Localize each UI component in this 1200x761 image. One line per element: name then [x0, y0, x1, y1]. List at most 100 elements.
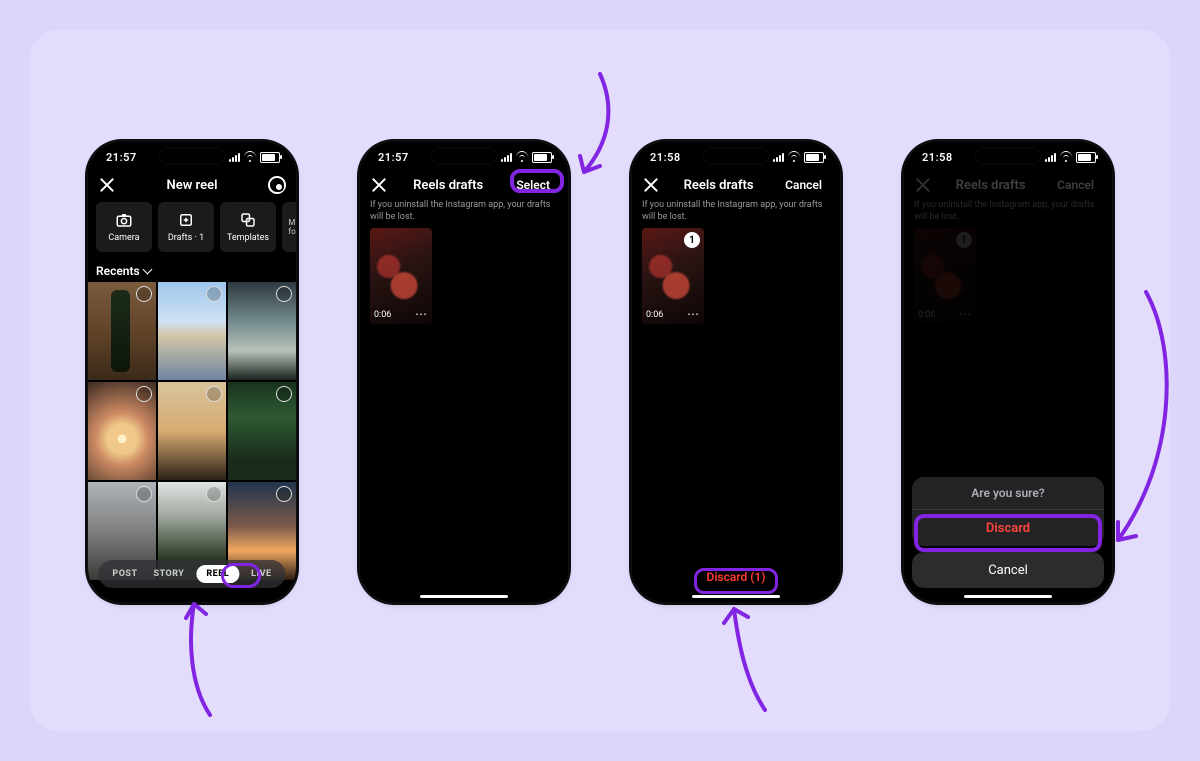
- signal-icon: [229, 152, 240, 162]
- wifi-icon: [244, 153, 256, 162]
- select-circle[interactable]: [136, 386, 152, 402]
- camera-label: Camera: [108, 233, 139, 243]
- screen: 21:57 Reels drafts Select If you uninsta…: [360, 142, 568, 602]
- phone-confirm-sheet: 21:58 Reels drafts Cancel If you uninsta…: [904, 142, 1112, 602]
- media-item[interactable]: [228, 382, 296, 480]
- draft-duration: 0:06: [646, 310, 663, 320]
- annotation-arrow: [710, 605, 790, 715]
- status-time: 21:57: [106, 151, 137, 164]
- status-icons: [773, 152, 824, 163]
- select-circle[interactable]: [276, 486, 292, 502]
- more-icon[interactable]: ⋯: [415, 308, 428, 320]
- mode-post[interactable]: POST: [108, 567, 141, 581]
- draft-thumbnail[interactable]: 0:06 ⋯: [370, 228, 432, 324]
- home-indicator: [692, 595, 780, 598]
- phone-new-reel: 21:57 New reel Camera Draf: [88, 142, 296, 602]
- screen: 21:58 Reels drafts Cancel If you uninsta…: [632, 142, 840, 602]
- home-indicator: [420, 595, 508, 598]
- battery-icon: [260, 152, 280, 163]
- mode-pill: POST STORY REEL LIVE: [98, 560, 285, 588]
- discard-button[interactable]: Discard (1): [697, 564, 776, 590]
- mode-live[interactable]: LIVE: [247, 567, 275, 581]
- notch: [160, 148, 224, 164]
- battery-icon: [1076, 152, 1096, 163]
- phone-drafts-select: 21:57 Reels drafts Select If you uninsta…: [360, 142, 568, 602]
- select-circle[interactable]: [206, 486, 222, 502]
- media-item[interactable]: [158, 282, 226, 380]
- nav-bar: New reel: [88, 170, 296, 200]
- signal-icon: [1045, 152, 1056, 162]
- templates-label: Templates: [227, 233, 269, 243]
- status-time: 21:58: [650, 151, 681, 164]
- templates-icon: [239, 211, 257, 229]
- select-circle[interactable]: [136, 286, 152, 302]
- recents-dropdown[interactable]: Recents: [96, 264, 153, 278]
- screen: 21:58 Reels drafts Cancel If you uninsta…: [904, 142, 1112, 602]
- page-title: New reel: [116, 178, 268, 193]
- page-title: Reels drafts: [388, 178, 508, 193]
- action-sheet: Are you sure? Discard Cancel: [912, 477, 1104, 594]
- home-indicator: [964, 595, 1052, 598]
- battery-icon: [804, 152, 824, 163]
- phone-drafts-discard: 21:58 Reels drafts Cancel If you uninsta…: [632, 142, 840, 602]
- select-button[interactable]: Select: [508, 175, 558, 195]
- tool-row: Camera Drafts · 1 Templates M fo: [96, 202, 296, 258]
- notch: [704, 148, 768, 164]
- nav-bar: Reels drafts Select: [360, 170, 568, 200]
- sheet-card: Are you sure? Discard: [912, 477, 1104, 546]
- close-icon[interactable]: [370, 176, 388, 194]
- status-icons: [1045, 152, 1096, 163]
- drafts-icon: [177, 211, 195, 229]
- battery-icon: [532, 152, 552, 163]
- notch: [432, 148, 496, 164]
- selection-badge: 1: [684, 232, 700, 248]
- close-icon[interactable]: [98, 176, 116, 194]
- select-circle[interactable]: [136, 486, 152, 502]
- media-item[interactable]: [88, 382, 156, 480]
- status-icons: [229, 152, 280, 163]
- status-icons: [501, 152, 552, 163]
- nav-bar: Reels drafts Cancel: [632, 170, 840, 200]
- mode-reel[interactable]: REEL: [196, 565, 239, 583]
- close-icon[interactable]: [642, 176, 660, 194]
- draft-thumbnail[interactable]: 1 0:06 ⋯: [642, 228, 704, 324]
- info-text: If you uninstall the Instagram app, your…: [642, 200, 830, 223]
- select-circle[interactable]: [276, 386, 292, 402]
- more-icon[interactable]: ⋯: [687, 308, 700, 320]
- cancel-button[interactable]: Cancel: [777, 175, 830, 195]
- annotation-arrow: [1108, 290, 1178, 550]
- chevron-down-icon: [144, 267, 153, 276]
- media-item[interactable]: [158, 382, 226, 480]
- canvas: 21:57 New reel Camera Draf: [30, 30, 1170, 731]
- mode-story[interactable]: STORY: [150, 567, 189, 581]
- media-item[interactable]: [228, 282, 296, 380]
- sheet-discard-button[interactable]: Discard: [912, 510, 1104, 546]
- draft-duration: 0:06: [374, 310, 391, 320]
- wifi-icon: [1060, 153, 1072, 162]
- annotation-arrow: [560, 72, 640, 182]
- settings-icon[interactable]: [268, 176, 286, 194]
- sheet-title: Are you sure?: [912, 477, 1104, 509]
- status-time: 21:57: [378, 151, 409, 164]
- drafts-label: Drafts · 1: [168, 233, 204, 243]
- drafts-button[interactable]: Drafts · 1: [158, 202, 214, 252]
- recents-label: Recents: [96, 264, 140, 278]
- select-circle[interactable]: [276, 286, 292, 302]
- camera-icon: [115, 211, 133, 229]
- media-item[interactable]: [88, 282, 156, 380]
- media-grid: [88, 282, 296, 602]
- signal-icon: [773, 152, 784, 162]
- select-circle[interactable]: [206, 386, 222, 402]
- page-title: Reels drafts: [660, 178, 777, 193]
- camera-button[interactable]: Camera: [96, 202, 152, 252]
- select-circle[interactable]: [206, 286, 222, 302]
- signal-icon: [501, 152, 512, 162]
- wifi-icon: [788, 153, 800, 162]
- sheet-cancel-button[interactable]: Cancel: [912, 552, 1104, 588]
- more-tools[interactable]: M fo: [282, 202, 296, 252]
- annotation-arrow: [160, 600, 240, 720]
- status-time: 21:58: [922, 151, 953, 164]
- sheet-cancel-card: Cancel: [912, 552, 1104, 588]
- templates-button[interactable]: Templates: [220, 202, 276, 252]
- screen: 21:57 New reel Camera Draf: [88, 142, 296, 602]
